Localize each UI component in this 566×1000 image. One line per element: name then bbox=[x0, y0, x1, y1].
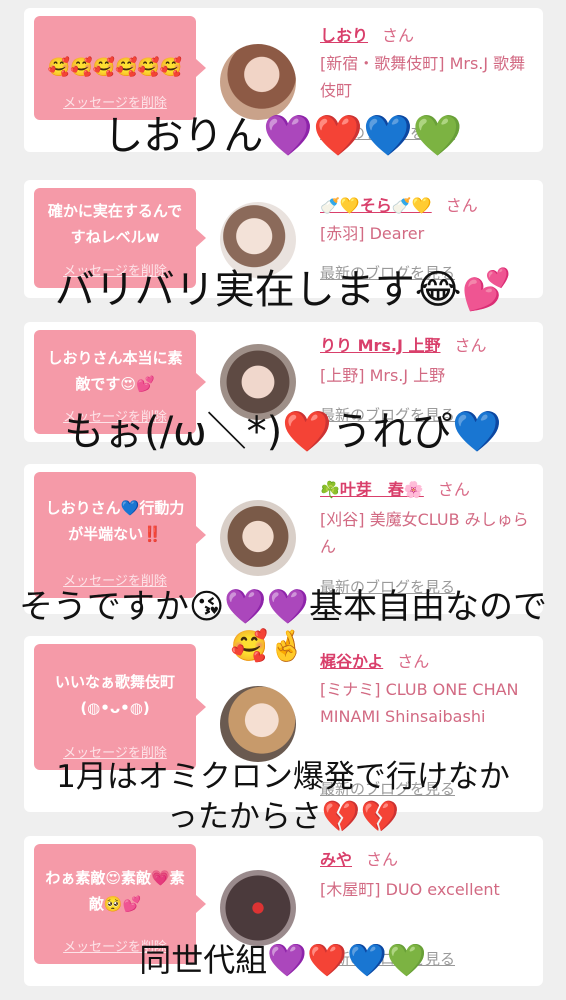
honorific: さん bbox=[437, 480, 470, 499]
user-name-row: 🍼💛そら🍼💛 さん bbox=[320, 192, 478, 216]
overlay-caption: 同世代組💜❤️💙💚 bbox=[139, 941, 427, 979]
shop-link[interactable]: [赤羽] Dearer bbox=[320, 220, 538, 247]
message-text: しおりさん本当に素敵です😍💕 bbox=[47, 349, 183, 393]
overlay-caption: 1月はオミクロン爆発で行けなか bbox=[56, 759, 510, 795]
user-name-link[interactable]: 🍼💛そら🍼💛 bbox=[320, 196, 432, 215]
message-text: 🥰🥰🥰🥰🥰🥰 bbox=[47, 57, 183, 78]
message-bubble: いいなぁ歌舞伎町(◍•ᴗ•◍) メッセージを削除 bbox=[34, 644, 206, 770]
message-text: わぁ素敵😍素敵💗素敵🥺💕 bbox=[45, 869, 185, 913]
avatar[interactable] bbox=[220, 500, 296, 576]
honorific: さん bbox=[445, 196, 478, 215]
message-text: 確かに実在するんですねレベルw bbox=[47, 202, 183, 246]
user-name-row: りり Mrs.J 上野 さん bbox=[320, 332, 487, 356]
overlay-caption: そうですか😘💜💜基本自由なので bbox=[18, 587, 548, 627]
delete-message-link[interactable]: メッセージを削除 bbox=[34, 96, 196, 112]
message-text: しおりさん💙行動力が半端ない‼️ bbox=[45, 499, 185, 543]
message-bubble: しおりさん💙行動力が半端ない‼️ メッセージを削除 bbox=[34, 472, 206, 598]
message-bubble: 🥰🥰🥰🥰🥰🥰 メッセージを削除 bbox=[34, 16, 206, 120]
overlay-caption: もぉ(/ω＼*)❤️うれぴ💙 bbox=[64, 409, 502, 455]
user-name-link[interactable]: しおり bbox=[320, 26, 368, 45]
avatar[interactable] bbox=[220, 686, 296, 762]
shop-link[interactable]: [刈谷] 美魔女CLUB みしゅらん bbox=[320, 506, 538, 560]
user-name-link[interactable]: ☘️叶芽 春🌸 bbox=[320, 480, 424, 499]
user-name-row: しおり さん bbox=[320, 22, 414, 46]
honorific: さん bbox=[382, 26, 415, 45]
user-name-link[interactable]: みや bbox=[320, 850, 352, 869]
shop-link[interactable]: [木屋町] DUO excellent bbox=[320, 876, 538, 903]
avatar[interactable] bbox=[220, 870, 296, 946]
overlay-caption: ったからさ💔💔 bbox=[166, 799, 400, 835]
shop-link[interactable]: [新宿・歌舞伎町] Mrs.J 歌舞伎町 bbox=[320, 50, 538, 104]
honorific: さん bbox=[366, 850, 399, 869]
shop-link[interactable]: [ミナミ] CLUB ONE CHAN MINAMI Shinsaibashi bbox=[320, 676, 538, 730]
overlay-caption: 🥰🤞 bbox=[230, 629, 306, 664]
shop-link[interactable]: [上野] Mrs.J 上野 bbox=[320, 362, 538, 389]
user-name-link[interactable]: りり Mrs.J 上野 bbox=[320, 336, 441, 355]
user-name-row: ☘️叶芽 春🌸 さん bbox=[320, 476, 470, 500]
avatar[interactable] bbox=[220, 44, 296, 120]
overlay-caption: しおりん💜❤️💙💚 bbox=[103, 113, 463, 159]
overlay-caption: バリバリ実在します😂💕 bbox=[54, 267, 512, 313]
message-text: いいなぁ歌舞伎町(◍•ᴗ•◍) bbox=[54, 673, 175, 717]
user-name-row: みや さん bbox=[320, 846, 398, 870]
honorific: さん bbox=[454, 336, 487, 355]
